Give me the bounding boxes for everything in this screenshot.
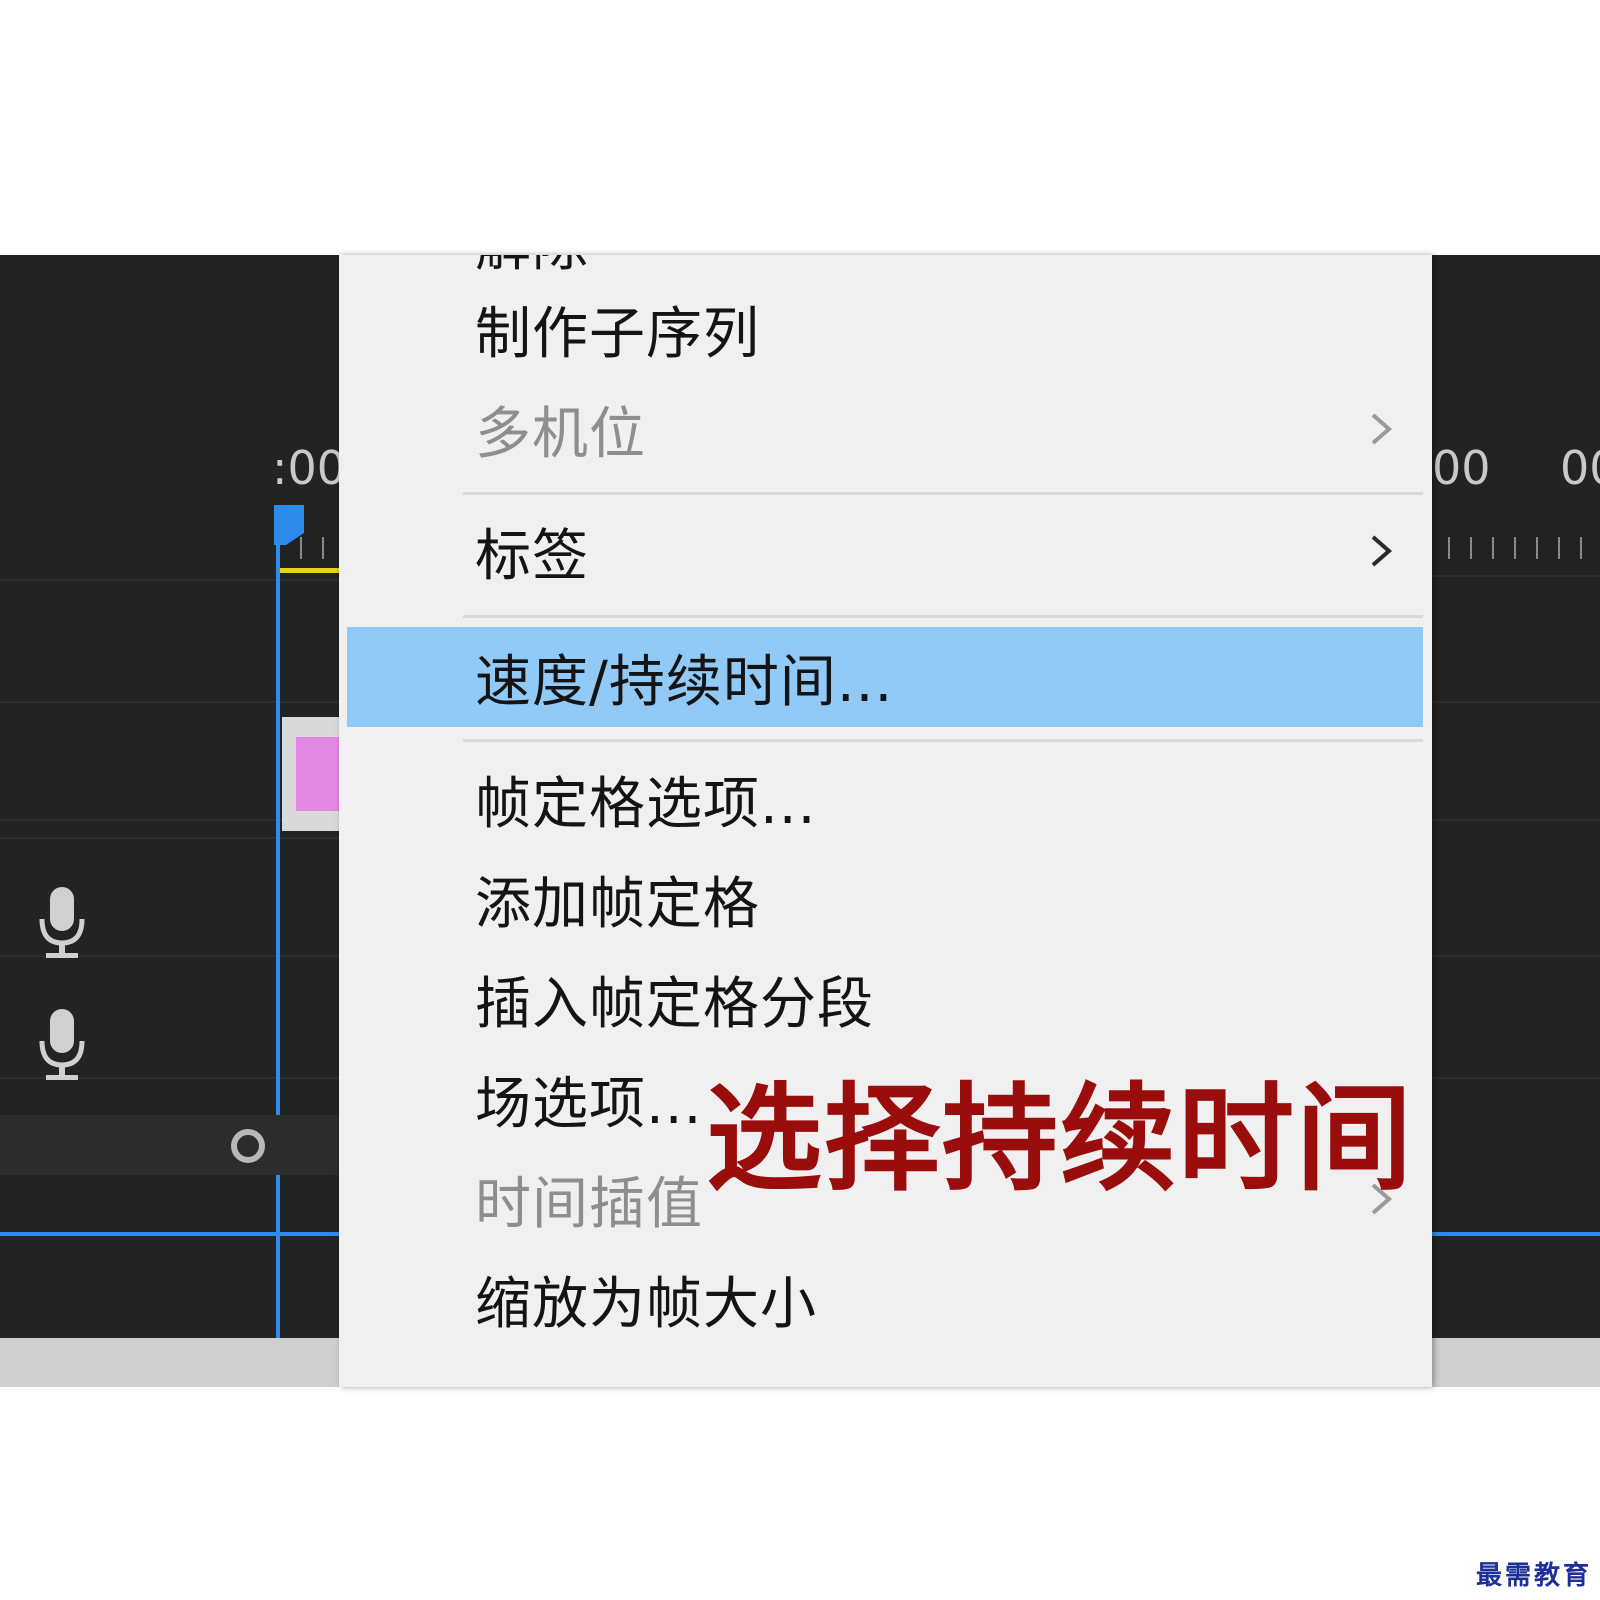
timecode-right: 00 [1432, 445, 1491, 491]
ruler-tick [1492, 537, 1494, 559]
menu-item-label: 插入帧定格分段 [475, 971, 874, 1037]
menu-separator [463, 739, 1423, 742]
zoom-handle-icon[interactable] [230, 1128, 266, 1164]
menu-item-label: 时间插值 [475, 1171, 703, 1237]
menu-item-make-subsequence[interactable]: 制作子序列 [347, 281, 1423, 377]
menu-item-label: 解除 [475, 255, 589, 282]
menu-item-label: 标签 [475, 523, 589, 589]
ruler-tick [1448, 537, 1450, 559]
ruler-tick [322, 537, 324, 559]
track-divider [0, 579, 340, 581]
tutorial-annotation: 选择持续时间 [706, 1071, 1414, 1207]
ruler-tick [1514, 537, 1516, 559]
menu-item-label: 帧定格选项... [475, 771, 817, 837]
microphone-icon[interactable] [32, 1005, 92, 1085]
menu-item-label: 制作子序列 [475, 301, 760, 367]
menu-item-label: 添加帧定格 [475, 871, 760, 937]
timeline-scrollbar[interactable] [0, 1115, 340, 1175]
menu-separator [463, 492, 1423, 495]
ruler-tick [1558, 537, 1560, 559]
video-clip-thumbnail [296, 737, 340, 811]
track-divider [1432, 701, 1600, 703]
track-divider [1432, 955, 1600, 957]
context-menu: 解除 制作子序列 多机位 标签 速度/持续时间... 帧定格选项... 添加帧定… [339, 255, 1432, 1387]
menu-item-speed-duration[interactable]: 速度/持续时间... [347, 627, 1423, 727]
menu-item-add-frame-hold[interactable]: 添加帧定格 [347, 851, 1423, 947]
ruler-tick [1536, 537, 1538, 559]
menu-item-label: 场选项... [475, 1071, 703, 1137]
watermark-logo: 最需教育 [1475, 1561, 1592, 1591]
track-divider [1432, 1077, 1600, 1079]
menu-item-label: 多机位 [475, 401, 646, 467]
menu-item-insert-frame-hold-segment[interactable]: 插入帧定格分段 [347, 951, 1423, 1047]
ruler-tick [300, 537, 302, 559]
menu-item-multicam[interactable]: 多机位 [347, 381, 1423, 477]
timecode-right: 00 [1560, 441, 1600, 495]
menu-item-frame-hold-options[interactable]: 帧定格选项... [347, 751, 1423, 847]
track-divider [0, 837, 340, 839]
menu-item-label: 速度/持续时间... [475, 649, 894, 715]
timecode-left: :00 [272, 445, 340, 491]
track-divider [0, 701, 340, 703]
track-divider [1432, 575, 1600, 577]
menu-separator [463, 615, 1423, 618]
in-out-range-bar[interactable] [280, 568, 340, 573]
track-divider [1432, 819, 1600, 821]
menu-item-scale-to-frame-size[interactable]: 缩放为帧大小 [347, 1251, 1423, 1347]
menu-item-label: 缩放为帧大小 [475, 1271, 817, 1337]
chevron-right-icon [1371, 535, 1393, 567]
chevron-right-icon [1371, 413, 1393, 445]
ruler-tick [1470, 537, 1472, 559]
menu-item-label-submenu[interactable]: 标签 [347, 503, 1423, 599]
playhead-line[interactable] [276, 517, 280, 1371]
microphone-icon[interactable] [32, 883, 92, 963]
ruler-tick [1580, 537, 1582, 559]
